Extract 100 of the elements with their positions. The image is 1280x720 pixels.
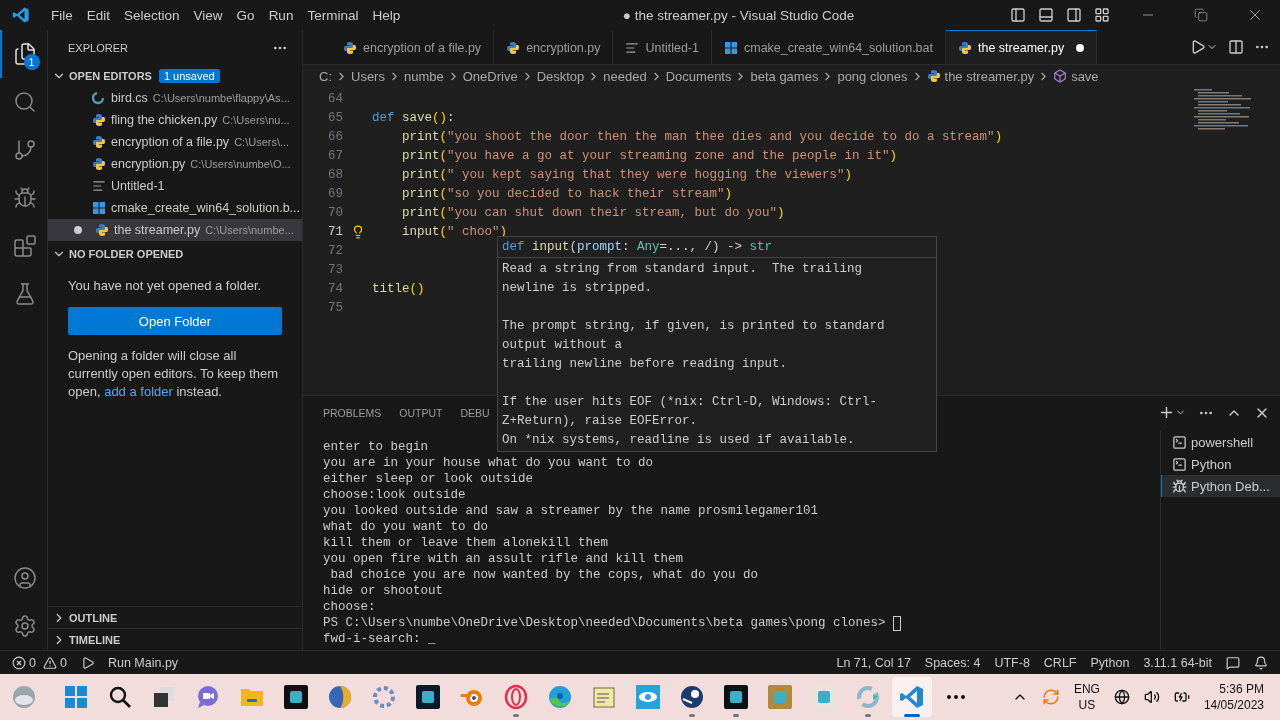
eye-icon[interactable] xyxy=(635,684,661,710)
new-terminal-icon[interactable] xyxy=(1158,404,1186,421)
breadcrumb[interactable]: Desktop xyxy=(536,68,585,84)
toggle-secondary-sidebar-icon[interactable] xyxy=(1066,7,1082,23)
status-item[interactable]: Spaces: 4 xyxy=(924,655,981,670)
breadcrumb[interactable]: needed xyxy=(603,68,647,84)
breadcrumb[interactable]: Documents xyxy=(665,68,732,84)
open-editor-item[interactable]: encryption.py C:\Users\numbe\O... xyxy=(48,153,302,175)
breadcrumb[interactable]: Users xyxy=(351,68,385,84)
notification-badge: 1 xyxy=(23,54,40,70)
breadcrumb[interactable]: the streamer.py xyxy=(926,68,1035,84)
feedback-icon[interactable] xyxy=(1226,655,1240,670)
panel-tab[interactable]: DEBU xyxy=(460,407,490,420)
settings-icon[interactable] xyxy=(12,614,37,638)
menu-item[interactable]: Edit xyxy=(79,7,118,23)
region-indicator[interactable]: US xyxy=(1078,697,1096,713)
layout-icon[interactable] xyxy=(1094,7,1110,23)
app-icon[interactable] xyxy=(415,684,441,710)
menu-item[interactable]: View xyxy=(186,7,230,23)
terminal-line: fwd-i-search: _ xyxy=(323,632,436,646)
open-editor-item[interactable]: encryption of a file.py C:\Users\... xyxy=(48,131,302,153)
vscode-icon[interactable] xyxy=(899,684,925,710)
breadcrumb[interactable]: save xyxy=(1053,68,1099,84)
breadcrumb[interactable]: beta games xyxy=(750,68,819,84)
bell-icon[interactable] xyxy=(1254,655,1268,670)
section-title[interactable]: OUTLINE xyxy=(69,611,118,624)
status-item[interactable]: UTF-8 xyxy=(994,655,1030,670)
clock-date[interactable]: 14/05/2023 xyxy=(1203,697,1264,713)
file-icon xyxy=(92,91,106,105)
panel-tab[interactable]: PROBLEMS xyxy=(323,407,382,420)
error-count[interactable]: 0 xyxy=(29,655,36,670)
section-title[interactable]: NO FOLDER OPENED xyxy=(69,248,184,260)
bug-icon xyxy=(1172,478,1187,494)
menu-item[interactable]: Selection xyxy=(117,7,187,23)
menu-item[interactable]: Go xyxy=(229,7,262,23)
open-editor-item[interactable]: fling the chicken.py C:\Users\nu... xyxy=(48,109,302,131)
warning-count[interactable]: 0 xyxy=(59,655,67,670)
status-item[interactable]: 3.11.1 64-bit xyxy=(1143,655,1212,670)
ring-icon[interactable] xyxy=(503,684,529,710)
file-name: encryption of a file.py xyxy=(111,135,230,149)
line-number: 69 xyxy=(327,186,343,201)
section-title[interactable]: OPEN EDITORS xyxy=(69,70,152,82)
terminal-line: kill them or leave them alonekill them xyxy=(323,536,609,550)
line-number: 72 xyxy=(327,243,343,258)
add-folder-link[interactable]: add a folder xyxy=(104,384,173,399)
run-status[interactable]: Run Main.py xyxy=(107,655,179,670)
code-line: print("you have a go at your streaming zone and the people in it") xyxy=(402,148,898,163)
status-item[interactable]: Python xyxy=(1090,655,1130,670)
open-folder-button[interactable]: Open Folder xyxy=(68,307,282,335)
panel-tab[interactable]: OUTPUT xyxy=(399,407,443,420)
app-icon[interactable] xyxy=(723,684,749,710)
bug-icon[interactable] xyxy=(12,186,37,210)
clock-time[interactable]: 5:36 PM xyxy=(1219,681,1264,697)
menu-item[interactable]: File xyxy=(44,7,80,23)
code-line: print("you can shut down their stream, but do you") xyxy=(402,205,785,220)
menu-item[interactable]: Help xyxy=(365,7,408,23)
explorer-icon[interactable] xyxy=(12,42,37,66)
language-indicator[interactable]: ENG xyxy=(1073,681,1100,697)
browser-icon[interactable] xyxy=(547,684,573,710)
open-editor-item[interactable]: the streamer.py C:\Users\numbe... xyxy=(48,219,302,241)
breadcrumb[interactable]: OneDrive xyxy=(462,68,518,84)
chat-icon[interactable] xyxy=(195,684,221,710)
breadcrumb[interactable]: numbe xyxy=(403,68,444,84)
run-icon[interactable] xyxy=(1190,39,1218,55)
open-editor-item[interactable]: Untitled-1 xyxy=(48,175,302,197)
toggle-panel-icon[interactable] xyxy=(1038,7,1054,23)
section-title[interactable]: TIMELINE xyxy=(69,633,121,646)
restore-icon[interactable] xyxy=(1194,6,1208,24)
steam-icon[interactable] xyxy=(679,684,705,710)
start-icon[interactable] xyxy=(63,684,89,710)
line-number: 71 xyxy=(327,224,343,239)
terminal-session[interactable]: Python xyxy=(1161,453,1280,475)
status-item[interactable]: Ln 71, Col 17 xyxy=(836,655,911,670)
extensions-icon[interactable] xyxy=(12,234,37,258)
breadcrumb[interactable]: C: xyxy=(319,68,332,84)
terminal-session[interactable]: powershell xyxy=(1161,431,1280,453)
line-number: 68 xyxy=(327,167,343,182)
speaker-icon[interactable] xyxy=(1143,689,1160,705)
editor-tab[interactable]: the streamer.py xyxy=(946,30,1098,64)
method-icon xyxy=(1053,69,1068,83)
line-number: 67 xyxy=(327,148,343,163)
toggle-sidebar-icon[interactable] xyxy=(1010,7,1026,23)
split-editor-icon[interactable] xyxy=(1228,39,1244,55)
app-icon[interactable] xyxy=(283,684,309,710)
open-editor-item[interactable]: bird.cs C:\Users\numbe\flappy\As... xyxy=(48,87,302,109)
python-icon xyxy=(958,40,972,55)
terminal-line: either sleep or look outside xyxy=(323,472,534,486)
breadcrumb[interactable]: pong clones xyxy=(837,68,908,84)
code-line: print("so you decided to hack their stream") xyxy=(402,186,733,201)
open-editor-item[interactable]: cmake_create_win64_solution.b... xyxy=(48,197,302,219)
source-control-icon[interactable] xyxy=(12,138,37,162)
terminal-session[interactable]: Python Deb... xyxy=(1161,475,1280,497)
task-view-icon[interactable] xyxy=(151,684,177,710)
battery-icon[interactable] xyxy=(1173,689,1190,705)
status-item[interactable]: CRLF xyxy=(1043,655,1077,670)
menu-item[interactable]: Run xyxy=(261,7,301,23)
search-icon[interactable] xyxy=(107,684,133,710)
account-icon[interactable] xyxy=(12,566,37,590)
globe-icon[interactable] xyxy=(1113,689,1130,705)
menu-item[interactable]: Terminal xyxy=(300,7,366,23)
